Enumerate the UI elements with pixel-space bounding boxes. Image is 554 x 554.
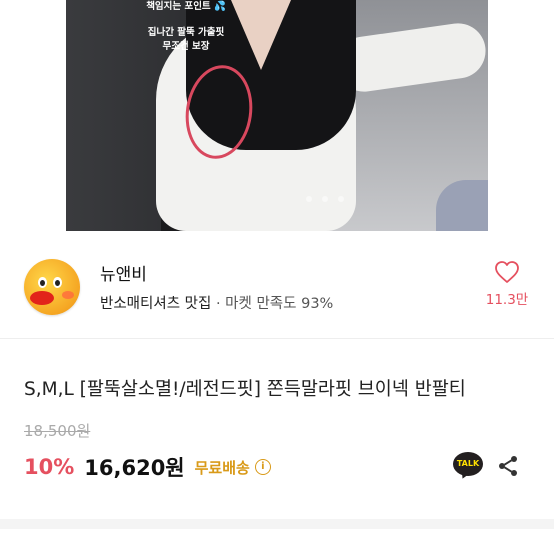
share-icon xyxy=(499,456,517,476)
avatar-eye xyxy=(53,277,62,288)
section-divider xyxy=(0,338,554,339)
price-row: 10% 16,620원 무료배송 i xyxy=(24,452,271,482)
seller-name[interactable]: 뉴앤비 xyxy=(100,260,147,285)
share-button[interactable] xyxy=(496,454,520,482)
free-shipping-label[interactable]: 무료배송 xyxy=(195,457,250,478)
carousel-dot xyxy=(322,196,328,202)
info-icon[interactable]: i xyxy=(254,459,271,475)
avatar-eye xyxy=(38,277,47,288)
product-title: S,M,L [팔뚝살소멸!/레전드핏] 쫀득말라핏 브이넥 반팔티 xyxy=(24,379,466,400)
heart-icon xyxy=(495,261,519,283)
sale-price: 16,620원 xyxy=(84,456,185,480)
carousel-indicator xyxy=(306,196,344,202)
avatar-lips xyxy=(30,291,54,305)
section-gap xyxy=(0,519,554,529)
seller-avatar[interactable] xyxy=(24,259,80,315)
market-satisfaction: 마켓 만족도 93% xyxy=(225,296,334,312)
seller-tagline: 반소매티셔츠 맛집 xyxy=(100,296,212,312)
callout-line-2: 집나간 팔뚝 가출핏 xyxy=(147,27,225,38)
seller-info[interactable]: 뉴앤비 반소매티셔츠 맛집 · 마켓 만족도 93% 11.3만 xyxy=(0,251,554,331)
seller-subtitle: 반소매티셔츠 맛집 · 마켓 만족도 93% xyxy=(100,292,333,313)
seller-separator: · xyxy=(215,296,221,312)
original-price: 18,500원 xyxy=(24,422,91,440)
like-count: 11.3만 xyxy=(485,292,529,308)
kakao-talk-button[interactable]: TALK xyxy=(453,452,483,481)
like-button[interactable]: 11.3만 xyxy=(482,260,532,308)
callout-line-1: 책임지는 포인트 💦 xyxy=(146,1,226,12)
product-image-carousel[interactable]: 책임지는 포인트 💦 집나간 팔뚝 가출핏 무조건 보장 xyxy=(0,0,554,231)
discount-rate: 10% xyxy=(24,455,75,479)
carousel-dot xyxy=(306,196,312,202)
avatar-blush xyxy=(62,291,74,299)
kakao-talk-icon: TALK xyxy=(453,452,483,476)
product-photo: 책임지는 포인트 💦 집나간 팔뚝 가출핏 무조건 보장 xyxy=(66,0,488,231)
photo-callout-text: 책임지는 포인트 💦 집나간 팔뚝 가출핏 무조건 보장 xyxy=(136,0,236,54)
carousel-dot xyxy=(338,196,344,202)
callout-line-3: 무조건 보장 xyxy=(162,41,210,52)
